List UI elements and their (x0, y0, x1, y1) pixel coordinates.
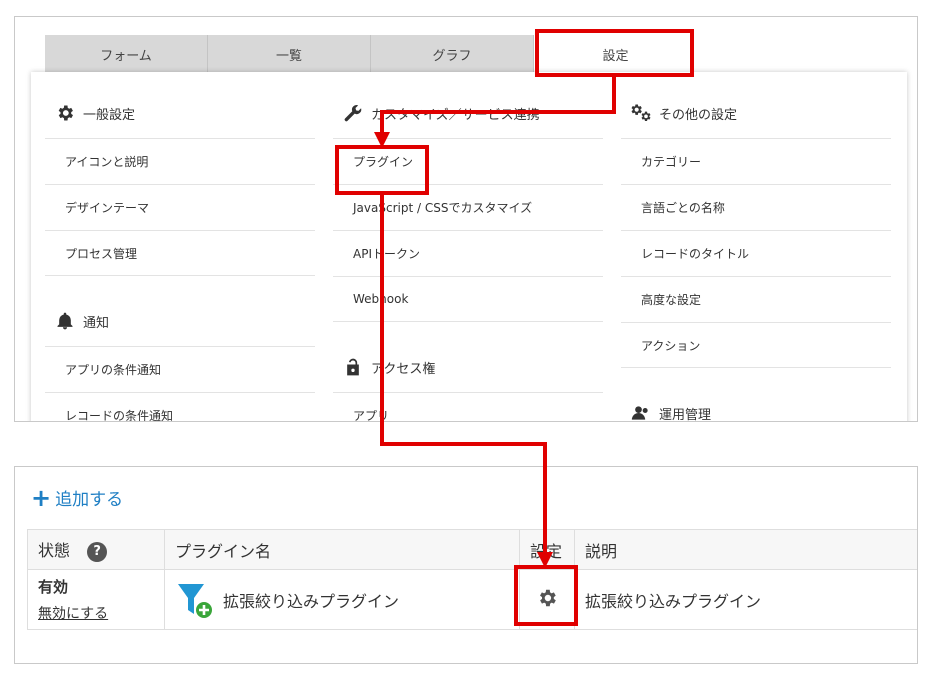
settings-item-icon-description[interactable]: アイコンと説明 (45, 138, 315, 184)
add-plugin-label: 追加する (55, 490, 124, 510)
plugin-name: 拡張絞り込みプラグイン (223, 591, 400, 611)
plugin-status-cell: 有効 無効にする (27, 569, 165, 630)
section-other-title: その他の設定 (659, 107, 738, 123)
settings-item-advanced[interactable]: 高度な設定 (621, 276, 891, 322)
add-plugin-link[interactable]: + 追加する (31, 483, 124, 512)
settings-item-category[interactable]: カテゴリー (621, 138, 891, 184)
section-operation-title: 運用管理 (659, 407, 712, 422)
section-notification-title: 通知 (83, 315, 110, 331)
settings-item-api-token[interactable]: APIトークン (333, 230, 603, 276)
highlight-settings-tab (535, 29, 694, 77)
column-status-label: 状態 (38, 541, 71, 561)
settings-item-app-condition-notification[interactable]: アプリの条件通知 (45, 346, 315, 392)
section-general: 一般設定 (45, 88, 315, 138)
section-operation: 運用管理 (621, 388, 891, 422)
settings-column-general: 一般設定 アイコンと説明 デザインテーマ プロセス管理 通知 アプリの条件通知 … (45, 72, 315, 421)
unlock-icon (347, 358, 359, 376)
highlight-gear-button (514, 565, 578, 626)
disable-plugin-link[interactable]: 無効にする (38, 603, 154, 623)
gears-icon (631, 104, 651, 121)
settings-item-design-theme[interactable]: デザインテーマ (45, 184, 315, 230)
section-customize: カスタマイズ／サービス連携 (333, 88, 603, 138)
gear-icon (58, 105, 73, 121)
plugin-table: 状態 ? プラグイン名 設定 説明 有効 無効にする 拡張絞り込みプラグイン 拡… (27, 529, 917, 630)
settings-card: 一般設定 アイコンと説明 デザインテーマ プロセス管理 通知 アプリの条件通知 … (31, 72, 907, 422)
users-icon (631, 406, 648, 420)
settings-column-customize: カスタマイズ／サービス連携 プラグイン JavaScript / CSSでカスタ… (333, 72, 603, 421)
plugin-list-screenshot: + 追加する 状態 ? プラグイン名 設定 説明 有効 無効にする 拡張絞り込み… (14, 466, 918, 664)
bell-icon (57, 312, 73, 330)
highlight-plugin-item (335, 145, 429, 195)
section-access: アクセス権 (333, 342, 603, 392)
settings-item-action[interactable]: アクション (621, 322, 891, 368)
wrench-icon (344, 105, 362, 122)
help-icon[interactable]: ? (87, 541, 108, 562)
settings-item-localized-names[interactable]: 言語ごとの名称 (621, 184, 891, 230)
section-general-title: 一般設定 (83, 107, 136, 123)
settings-item-app-access[interactable]: アプリ (333, 392, 603, 421)
plus-icon: + (31, 483, 52, 512)
plugin-status: 有効 (38, 578, 69, 596)
section-customize-title: カスタマイズ／サービス連携 (371, 107, 540, 123)
table-row: 有効 無効にする 拡張絞り込みプラグイン 拡張絞り込みプラグイン (27, 569, 917, 630)
column-status: 状態 ? (27, 529, 165, 570)
column-plugin-name: プラグイン名 (164, 529, 520, 570)
plugin-table-header: 状態 ? プラグイン名 設定 説明 (27, 529, 917, 570)
settings-item-webhook[interactable]: Webhook (333, 276, 603, 322)
settings-item-record-condition-notification[interactable]: レコードの条件通知 (45, 392, 315, 421)
section-other: その他の設定 (621, 88, 891, 138)
section-notification: 通知 (45, 296, 315, 346)
tab-graph[interactable]: グラフ (371, 35, 534, 73)
settings-item-record-title[interactable]: レコードのタイトル (621, 230, 891, 276)
column-settings: 設定 (519, 529, 575, 570)
column-description: 説明 (574, 529, 917, 570)
plugin-description: 拡張絞り込みプラグイン (574, 569, 917, 630)
tab-form[interactable]: フォーム (45, 35, 208, 73)
filter-plugin-icon (178, 583, 212, 618)
section-access-title: アクセス権 (371, 361, 436, 377)
settings-item-process-management[interactable]: プロセス管理 (45, 230, 315, 276)
app-settings-screenshot: フォーム 一覧 グラフ 設定 一般設定 アイコンと説明 デザインテーマ プロセス… (14, 16, 918, 422)
plugin-name-cell: 拡張絞り込みプラグイン (164, 569, 520, 630)
settings-column-other: その他の設定 カテゴリー 言語ごとの名称 レコードのタイトル 高度な設定 アクシ… (621, 72, 891, 422)
tab-list[interactable]: 一覧 (208, 35, 371, 73)
